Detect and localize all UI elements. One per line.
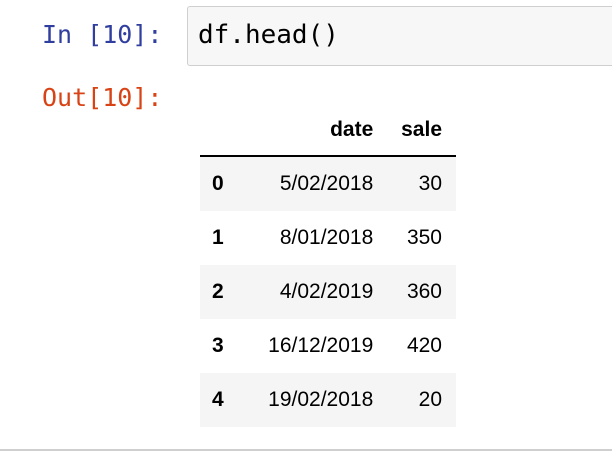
table-row: 3 16/12/2019 420 xyxy=(200,319,456,373)
table-row: 2 4/02/2019 360 xyxy=(200,265,456,319)
row-index: 4 xyxy=(212,388,224,411)
code-input-area[interactable]: df.head() xyxy=(187,6,612,66)
table-row: 4 19/02/2018 20 xyxy=(200,373,456,427)
column-header-sale: sale xyxy=(389,104,456,157)
date-cell: 19/02/2018 xyxy=(268,388,374,411)
table-row: 1 8/01/2018 350 xyxy=(200,211,456,265)
row-index: 1 xyxy=(212,226,224,249)
sale-cell: 20 xyxy=(418,388,442,411)
date-cell: 4/02/2019 xyxy=(279,280,374,303)
date-cell: 5/02/2018 xyxy=(279,172,374,195)
dataframe-table: date sale 0 5/02/2018 30 1 8/01/2018 350… xyxy=(200,104,456,427)
notebook-page: In [10]: df.head() Out[10]: date sale 0 … xyxy=(0,0,612,456)
row-index: 0 xyxy=(212,172,224,195)
code-text: df.head() xyxy=(198,20,339,50)
index-header xyxy=(200,104,242,157)
sale-cell: 360 xyxy=(406,280,442,303)
header-row: date sale xyxy=(200,104,456,157)
column-header-date: date xyxy=(242,104,390,157)
cell-divider xyxy=(0,449,612,451)
row-index: 2 xyxy=(212,280,224,303)
input-prompt: In [10]: xyxy=(42,20,163,49)
sale-cell: 30 xyxy=(418,172,442,195)
date-cell: 8/01/2018 xyxy=(279,226,374,249)
sale-cell: 420 xyxy=(406,334,442,357)
date-cell: 16/12/2019 xyxy=(268,334,374,357)
output-prompt: Out[10]: xyxy=(42,83,163,112)
sale-cell: 350 xyxy=(406,226,442,249)
row-index: 3 xyxy=(212,334,224,357)
table-row: 0 5/02/2018 30 xyxy=(200,156,456,211)
